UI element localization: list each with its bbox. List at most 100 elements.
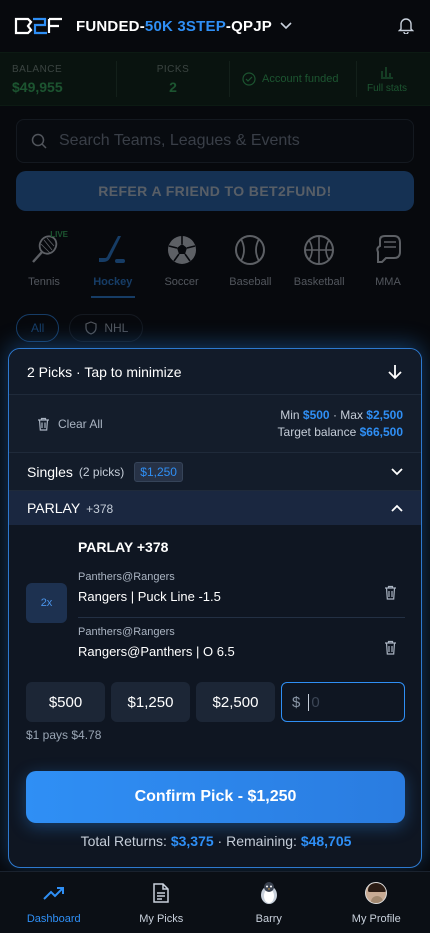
chevron-up-icon[interactable] <box>391 504 403 512</box>
singles-title: Singles <box>27 463 73 480</box>
leg-pick: Rangers | Puck Line -1.5 <box>78 589 221 604</box>
custom-stake-input[interactable] <box>308 693 389 711</box>
account-selector[interactable]: FUNDED-50K 3STEP-QPJP <box>76 18 272 35</box>
sport-baseball[interactable]: Baseball <box>222 232 278 298</box>
nav-label: My Picks <box>139 912 184 925</box>
nav-label: My Profile <box>351 912 401 925</box>
nhl-shield-icon <box>85 321 97 335</box>
payout-ratio: $1 pays $4.78 <box>26 728 102 742</box>
picks-value: 2 <box>169 78 177 95</box>
chevron-down-icon[interactable] <box>391 467 403 476</box>
baseball-icon <box>232 232 268 268</box>
stake-button-500[interactable]: $500 <box>26 682 105 722</box>
multiplier-badge: 2x <box>26 583 67 623</box>
account-title-prefix: FUNDED- <box>76 17 145 35</box>
stake-limits: Min $500 · Max $2,500 Target balance $66… <box>278 407 403 441</box>
balance-label: BALANCE <box>12 63 63 75</box>
search-input[interactable] <box>59 132 379 150</box>
min-label: Min <box>280 407 300 422</box>
parlay-title: PARLAY +378 <box>78 539 169 555</box>
arrow-down-icon[interactable] <box>387 364 403 380</box>
chevron-down-icon[interactable] <box>280 22 292 30</box>
total-returns-label: Total Returns: <box>80 833 167 849</box>
sport-label: MMA <box>375 276 401 288</box>
custom-stake-field[interactable]: $ <box>281 682 405 722</box>
min-value: $500 <box>302 407 330 422</box>
search-icon <box>31 133 47 149</box>
sport-soccer[interactable]: Soccer <box>154 232 210 298</box>
stake-options: $500 $1,250 $2,500 $ <box>26 682 405 722</box>
leg-match: Panthers@Rangers <box>78 571 175 583</box>
avatar-wrapper <box>364 881 388 905</box>
parlay-leg: Panthers@Rangers Rangers@Panthers | O 6.… <box>78 626 405 676</box>
target-value: $66,500 <box>359 424 403 439</box>
penguin-icon <box>257 881 281 905</box>
trash-icon[interactable] <box>384 640 397 655</box>
account-funded-text: Account funded <box>262 73 339 85</box>
sport-label: Hockey <box>93 276 133 288</box>
bet-slip-sheet: 2 Picks · Tap to minimize Clear All Min … <box>8 348 422 868</box>
chip-all[interactable]: All <box>16 314 60 342</box>
clear-all-button[interactable]: Clear All <box>37 417 103 431</box>
totals-summary: Total Returns: $3,375 · Remaining: $48,7… <box>9 833 421 849</box>
total-returns-value: $3,375 <box>170 833 214 849</box>
sport-label: Soccer <box>164 276 199 288</box>
sports-selector: LIVE Tennis Hockey Soccer Baseball Baske… <box>16 230 416 298</box>
bet-slip-header[interactable]: 2 Picks · Tap to minimize <box>9 349 421 395</box>
nav-my-profile[interactable]: My Profile <box>326 881 426 925</box>
full-stats-link[interactable]: Full stats <box>357 65 417 94</box>
stats-bar: BALANCE $49,955 PICKS 2 Account funded F… <box>0 52 430 106</box>
refer-friend-button[interactable]: REFER A FRIEND TO BET2FUND! <box>16 171 414 211</box>
mma-icon <box>370 232 406 268</box>
document-icon <box>149 881 173 905</box>
live-badge: LIVE <box>50 230 68 239</box>
singles-count: (2 picks) <box>78 464 125 479</box>
max-label: · Max <box>332 407 363 422</box>
leg-divider <box>78 617 405 618</box>
sport-label: Basketball <box>293 276 345 288</box>
leg-match: Panthers@Rangers <box>78 626 175 638</box>
stake-button-2500[interactable]: $2,500 <box>196 682 275 722</box>
currency-symbol: $ <box>292 693 301 711</box>
nav-dashboard[interactable]: Dashboard <box>4 881 104 925</box>
account-title-suffix: -QPJP <box>225 17 272 35</box>
parlay-odds: +378 <box>86 502 114 516</box>
clear-all-label: Clear All <box>58 416 103 431</box>
confirm-pick-button[interactable]: Confirm Pick - $1,250 <box>26 771 405 823</box>
search-bar[interactable] <box>16 119 414 163</box>
trending-up-icon <box>42 881 66 905</box>
nav-my-picks[interactable]: My Picks <box>111 881 211 925</box>
chip-nhl-label: NHL <box>104 321 129 335</box>
sport-basketball[interactable]: Basketball <box>291 232 347 298</box>
parlay-leg: Panthers@Rangers Rangers | Puck Line -1.… <box>78 571 405 621</box>
parlay-section-header[interactable]: PARLAY +378 <box>9 491 421 525</box>
stake-button-1250[interactable]: $1,250 <box>111 682 190 722</box>
hockey-icon <box>95 232 131 268</box>
nav-label: Dashboard <box>26 912 81 925</box>
trash-icon <box>38 417 49 431</box>
sport-label: Tennis <box>28 276 60 288</box>
account-funded-status: Account funded <box>230 72 356 86</box>
basketball-icon <box>301 232 337 268</box>
remaining-value: $48,705 <box>300 833 352 849</box>
target-label: Target balance <box>277 424 357 439</box>
singles-section-header[interactable]: Singles (2 picks) $1,250 <box>9 453 421 491</box>
soccer-icon <box>164 232 200 268</box>
trash-icon[interactable] <box>384 585 397 600</box>
avatar <box>365 881 388 904</box>
app-header: FUNDED-50K 3STEP-QPJP <box>0 0 430 52</box>
bet2fund-logo <box>14 17 62 35</box>
bottom-nav: Dashboard My Picks Barry My Profile <box>0 871 430 933</box>
singles-amount-badge: $1,250 <box>134 461 183 482</box>
balance-stat: BALANCE $49,955 <box>0 64 116 95</box>
league-chips: All NHL <box>16 314 144 342</box>
sport-tennis[interactable]: LIVE Tennis <box>16 230 72 298</box>
sport-mma[interactable]: MMA <box>360 232 416 298</box>
bell-icon[interactable] <box>398 16 414 34</box>
nav-barry[interactable]: Barry <box>219 881 319 925</box>
picks-label: PICKS <box>156 63 190 75</box>
parlay-label: PARLAY <box>27 500 81 516</box>
sport-hockey[interactable]: Hockey <box>85 232 141 298</box>
leg-pick: Rangers@Panthers | O 6.5 <box>78 644 235 659</box>
chip-nhl[interactable]: NHL <box>69 314 144 342</box>
